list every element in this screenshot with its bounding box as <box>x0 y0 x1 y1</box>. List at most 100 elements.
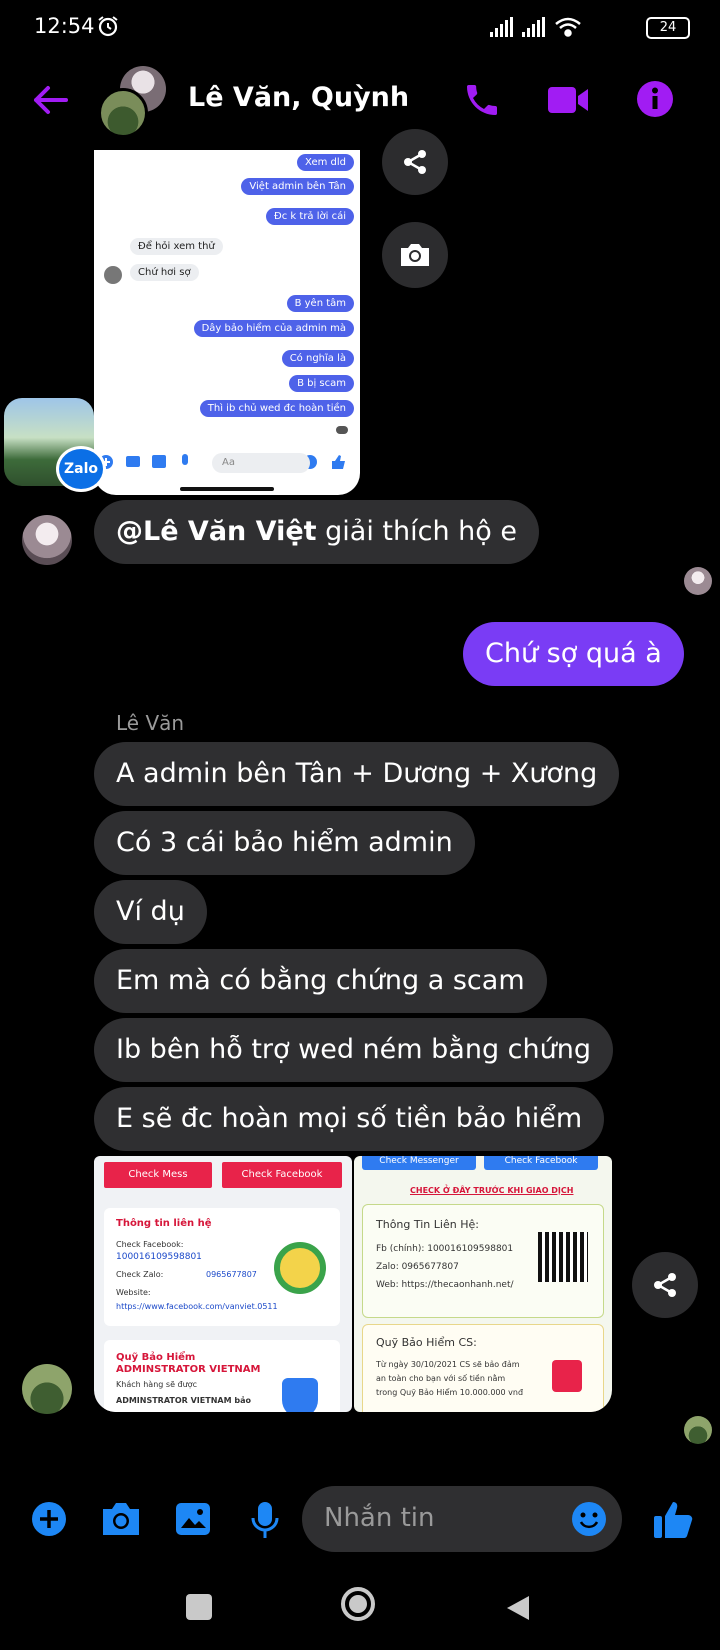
add-button[interactable] <box>30 1500 68 1542</box>
screenshot-input: Aa <box>212 453 310 473</box>
sent-message-bubble[interactable]: Chứ sợ quá à <box>463 622 684 686</box>
screenshot-seen-icon <box>336 426 348 434</box>
info-icon <box>637 81 673 117</box>
share-button[interactable] <box>382 129 448 195</box>
contact-title: Thông tin liên hệ <box>116 1218 212 1229</box>
emoji-button[interactable] <box>570 1500 608 1542</box>
like-button[interactable] <box>652 1498 694 1544</box>
mention[interactable]: @Lê Văn Việt <box>116 516 317 547</box>
message-text: giải thích hộ e <box>316 516 517 547</box>
lock-icon <box>552 1360 582 1392</box>
message-input-placeholder: Nhắn tin <box>324 1503 435 1533</box>
recents-button[interactable] <box>186 1594 212 1620</box>
thumbs-up-icon <box>654 1502 693 1538</box>
cell-signal-icon <box>490 17 513 37</box>
status-time: 12:54 <box>34 14 95 38</box>
video-camera-icon <box>548 87 588 113</box>
zalo-badge: Zalo <box>56 446 106 492</box>
camera-icon <box>401 244 429 266</box>
screenshot-message: Việt admin bên Tân <box>241 178 354 195</box>
seen-avatar <box>684 1416 712 1444</box>
shared-screenshot-image[interactable]: Xem dld Việt admin bên Tân Đc k trả lời … <box>94 150 360 495</box>
screenshot-message: Để hỏi xem thử <box>130 238 223 255</box>
sender-avatar-quynh[interactable] <box>22 515 72 565</box>
triangle-back-icon <box>507 1596 529 1620</box>
message-bubble[interactable]: E sẽ đc hoàn mọi số tiền bảo hiểm <box>94 1087 605 1151</box>
phone-icon <box>467 85 497 115</box>
chat-title[interactable]: Lê Văn, Quỳnh <box>188 82 409 113</box>
fund-text: an toàn cho bạn với số tiền nằm <box>376 1374 506 1383</box>
screenshot-message: Có nghĩa là <box>281 350 354 367</box>
fund-text: Khách hàng sẽ được <box>116 1380 197 1389</box>
fund-title: Quỹ Bảo Hiểm CS: <box>376 1336 477 1349</box>
sender-name: Lê Văn <box>116 711 185 735</box>
fb-value: 100016109598801 <box>116 1252 202 1262</box>
group-avatar-le-van[interactable] <box>98 88 148 138</box>
shared-image-right[interactable]: Check Messenger Check Facebook CHECK Ở Đ… <box>354 1156 612 1412</box>
share-button[interactable] <box>632 1252 698 1318</box>
battery-icon: 24 <box>646 17 690 39</box>
video-call-button[interactable] <box>546 84 590 120</box>
camera-icon <box>103 1503 139 1535</box>
message-bubble[interactable]: @Lê Văn Việt giải thích hộ e <box>94 500 539 564</box>
camera-button[interactable] <box>382 222 448 288</box>
share-icon <box>654 1273 676 1297</box>
screenshot-message: Thì ib chủ wed đc hoàn tiền <box>199 400 354 417</box>
nav-back-button[interactable] <box>505 1594 531 1626</box>
fund-text: Từ ngày 30/10/2021 CS sẽ bảo đảm <box>376 1360 520 1369</box>
zalo-text: Zalo: 0965677807 <box>376 1262 459 1272</box>
zalo-label: Check Zalo: <box>116 1270 164 1279</box>
fb-label: Check Facebook: <box>116 1240 184 1249</box>
zalo-logo-icon: Zalo <box>59 449 103 489</box>
screenshot-message: Chứ hơi sợ <box>130 264 199 281</box>
shared-image-left[interactable]: Check Mess Check Facebook Thông tin liên… <box>94 1156 352 1412</box>
back-button[interactable] <box>30 80 70 120</box>
screenshot-avatar <box>104 266 122 284</box>
check-messenger-button-image: Check Messenger <box>362 1156 476 1170</box>
shield-lock-icon <box>282 1378 318 1412</box>
message-bubble[interactable]: A admin bên Tân + Dương + Xương <box>94 742 620 806</box>
warning-text: CHECK Ở ĐÂY TRƯỚC KHI GIAO DỊCH <box>410 1186 574 1195</box>
signal-wifi-icons <box>490 16 590 42</box>
check-mess-button-image: Check Mess <box>104 1162 212 1188</box>
phone-call-button[interactable] <box>462 80 502 124</box>
voice-button[interactable] <box>250 1500 280 1544</box>
web-label: Website: <box>116 1288 151 1297</box>
info-button[interactable] <box>636 80 674 122</box>
cell-signal-2-icon <box>522 17 545 37</box>
check-facebook-button-image: Check Facebook <box>484 1156 598 1170</box>
message-bubble[interactable]: Em mà có bằng chứng a scam <box>94 949 547 1013</box>
message-bubble[interactable]: Ví dụ <box>94 880 207 944</box>
screenshot-homebar <box>180 487 274 491</box>
sender-avatar-le-van[interactable] <box>22 1364 72 1414</box>
microphone-icon <box>251 1502 279 1538</box>
fund-text: ADMINSTRATOR VIETNAM bảo <box>116 1396 251 1405</box>
qr-code-icon <box>538 1232 588 1282</box>
screenshot-message: Đc k trả lời cái <box>266 208 354 225</box>
alarm-icon <box>96 14 120 42</box>
message-bubble[interactable]: Ib bên hỗ trợ wed ném bằng chứng <box>94 1018 613 1082</box>
fund-subtitle: ADMINSTRATOR VIETNAM <box>116 1364 261 1375</box>
fund-text: trong Quỹ Bảo Hiểm 10.000.000 vnđ <box>376 1388 524 1397</box>
screenshot-message: B bị scam <box>289 375 354 392</box>
plus-icon <box>32 1502 66 1536</box>
web-value: https://www.facebook.com/vanviet.0511 <box>116 1302 278 1311</box>
web-text: Web: https://thecaonhanh.net/ <box>376 1280 514 1290</box>
verified-user-icon <box>274 1242 326 1294</box>
image-icon <box>176 1503 210 1535</box>
share-icon <box>404 150 426 174</box>
contact-title: Thông Tin Liên Hệ: <box>376 1218 479 1231</box>
seen-avatar <box>684 567 712 595</box>
screenshot-message: B yên tâm <box>286 295 354 312</box>
home-dot <box>349 1595 367 1613</box>
camera-button[interactable] <box>100 1500 142 1542</box>
message-bubble[interactable]: Có 3 cái bảo hiểm admin <box>94 811 475 875</box>
zalo-value: 0965677807 <box>206 1270 257 1279</box>
gallery-button[interactable] <box>174 1500 212 1542</box>
wifi-icon <box>555 17 581 37</box>
screenshot-message: Xem dld <box>297 154 354 171</box>
check-facebook-button-image: Check Facebook <box>222 1162 342 1188</box>
screenshot-message: Dây bảo hiểm của admin mà <box>193 320 354 337</box>
fb-text: Fb (chính): 100016109598801 <box>376 1244 514 1254</box>
fund-title: Quỹ Bảo Hiểm <box>116 1352 196 1363</box>
